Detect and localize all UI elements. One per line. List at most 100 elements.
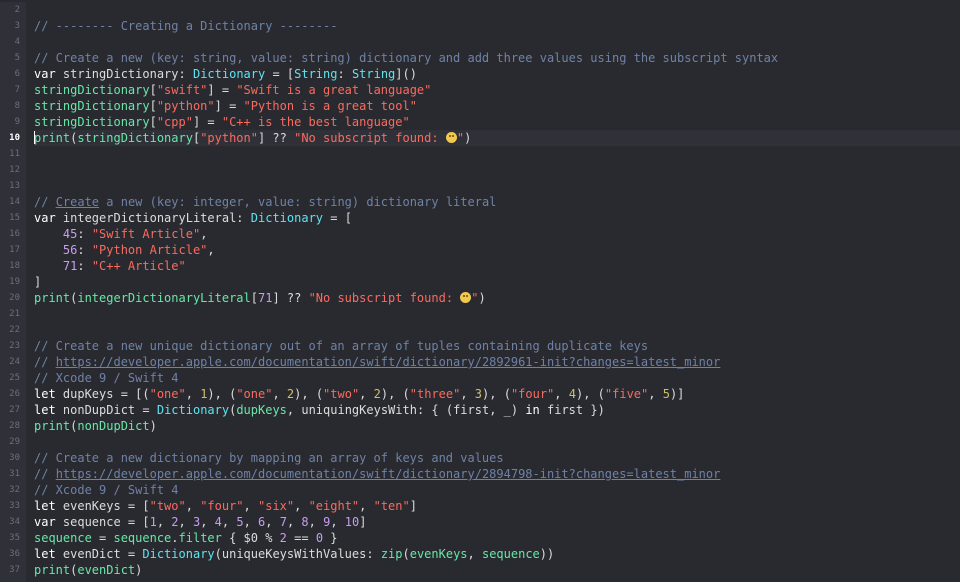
code-token: "Python Article" bbox=[91, 243, 208, 257]
confused-face-emoji-icon bbox=[460, 292, 472, 303]
code-line[interactable]: let nonDupDict = Dictionary(dupKeys, uni… bbox=[34, 402, 960, 418]
code-token: "Swift Article" bbox=[91, 227, 201, 241]
code-token: )) bbox=[539, 547, 555, 561]
code-line[interactable]: // https://developer.apple.com/documenta… bbox=[34, 466, 960, 482]
code-area[interactable]: // -------- Creating a Dictionary ------… bbox=[34, 2, 960, 578]
code-line[interactable]: ] bbox=[34, 274, 960, 290]
code-line[interactable]: // https://developer.apple.com/documenta… bbox=[34, 354, 960, 370]
code-line[interactable]: print(integerDictionaryLiteral[71] ?? "N… bbox=[34, 290, 960, 306]
code-token: print bbox=[34, 563, 71, 577]
code-token: "three" bbox=[409, 387, 461, 401]
code-token: 71 bbox=[257, 291, 273, 305]
code-line[interactable]: 56: "Python Article", bbox=[34, 242, 960, 258]
code-line[interactable]: // Create a new (key: string, value: str… bbox=[34, 50, 960, 66]
code-line[interactable]: let evenDict = Dictionary(uniqueKeysWith… bbox=[34, 546, 960, 562]
code-token: "Python is a great tool" bbox=[243, 99, 417, 113]
line-number: 4 bbox=[14, 37, 20, 47]
line-number-gutter: 2 3 4 5 6 7 8 9 10 11 12 13 14 15 16 17 18 19 20 21 22 23 24 25… bbox=[0, 2, 26, 582]
code-token: , uniquingKeysWith: { (first, _) bbox=[286, 403, 526, 417]
code-token: Dictionary bbox=[192, 67, 266, 81]
line-number: 7 bbox=[14, 85, 20, 95]
code-line[interactable]: // Create a new unique dictionary out of… bbox=[34, 338, 960, 354]
code-token: . bbox=[171, 531, 179, 545]
code-token: Create bbox=[55, 195, 100, 209]
line-number: 36 bbox=[9, 549, 20, 559]
code-line[interactable]: let evenKeys = ["two", "four", "six", "e… bbox=[34, 498, 960, 514]
code-token: " bbox=[471, 291, 479, 305]
code-token: [ bbox=[149, 99, 157, 113]
code-line[interactable]: stringDictionary["python"] = "Python is … bbox=[34, 98, 960, 114]
code-token: 10 bbox=[344, 515, 360, 529]
code-token: // Create a new (key: string, value: str… bbox=[34, 51, 779, 65]
code-token: : bbox=[77, 227, 92, 241]
code-line[interactable] bbox=[34, 434, 960, 450]
code-token: Dictionary bbox=[250, 211, 324, 225]
code-token: var bbox=[34, 67, 56, 81]
code-line[interactable]: sequence = sequence.filter { $0 % 2 == 0… bbox=[34, 530, 960, 546]
code-line[interactable] bbox=[34, 322, 960, 338]
code-line[interactable] bbox=[34, 162, 960, 178]
code-line[interactable]: // Create a new dictionary by mapping an… bbox=[34, 450, 960, 466]
code-token: ) bbox=[149, 419, 157, 433]
code-token: == bbox=[286, 531, 316, 545]
code-line[interactable]: var stringDictionary: Dictionary = [Stri… bbox=[34, 66, 960, 82]
code-token: stringDictionary bbox=[77, 131, 193, 145]
code-token: zip bbox=[380, 547, 403, 561]
code-token: Dictionary bbox=[156, 403, 230, 417]
code-token: ), ( bbox=[380, 387, 410, 401]
code-line[interactable]: print(stringDictionary["python"] ?? "No … bbox=[34, 130, 960, 146]
code-token: : bbox=[337, 67, 352, 81]
code-token: 56 bbox=[62, 243, 78, 257]
code-line[interactable] bbox=[34, 178, 960, 194]
line-number: 34 bbox=[9, 517, 20, 527]
line-number: 18 bbox=[9, 261, 20, 271]
code-token: sequence bbox=[113, 531, 172, 545]
code-line[interactable] bbox=[34, 306, 960, 322]
code-token: "four" bbox=[200, 499, 244, 513]
code-line[interactable] bbox=[34, 34, 960, 50]
code-token: // -------- Creating a Dictionary ------… bbox=[34, 19, 338, 33]
code-line[interactable]: print(nonDupDict) bbox=[34, 418, 960, 434]
code-token: 2 bbox=[373, 387, 381, 401]
code-token: "C++ is the best language" bbox=[221, 115, 410, 129]
code-line[interactable] bbox=[34, 146, 960, 162]
code-token: 5 bbox=[662, 387, 670, 401]
code-token: dupKeys bbox=[236, 403, 287, 417]
code-token: let bbox=[34, 499, 56, 513]
code-token: "two" bbox=[149, 499, 186, 513]
code-line[interactable]: var integerDictionaryLiteral: Dictionary… bbox=[34, 210, 960, 226]
code-token: : bbox=[77, 243, 92, 257]
code-line[interactable]: // Xcode 9 / Swift 4 bbox=[34, 482, 960, 498]
code-line[interactable]: 45: "Swift Article", bbox=[34, 226, 960, 242]
code-line[interactable]: 71: "C++ Article" bbox=[34, 258, 960, 274]
code-token: "No subscript found: bbox=[294, 131, 446, 145]
line-number: 17 bbox=[9, 245, 20, 255]
code-line[interactable]: // Xcode 9 / Swift 4 bbox=[34, 370, 960, 386]
code-token: , bbox=[294, 499, 309, 513]
code-token: stringDictionary bbox=[34, 83, 150, 97]
code-line[interactable]: print(evenDict) bbox=[34, 562, 960, 578]
code-token: "ten" bbox=[373, 499, 410, 513]
code-token: integerDictionaryLiteral bbox=[77, 291, 251, 305]
code-line[interactable]: stringDictionary["cpp"] = "C++ is the be… bbox=[34, 114, 960, 130]
code-token: , bbox=[265, 515, 280, 529]
code-editor[interactable]: 2 3 4 5 6 7 8 9 10 11 12 13 14 15 16 17 18 19 20 21 22 23 24 25… bbox=[0, 0, 960, 582]
code-token: , bbox=[308, 515, 324, 529]
code-line[interactable]: stringDictionary["swift"] = "Swift is a … bbox=[34, 82, 960, 98]
code-token: 8 bbox=[301, 515, 309, 529]
code-token: , bbox=[200, 515, 215, 529]
line-number: 19 bbox=[9, 277, 20, 287]
code-token: sequence bbox=[34, 531, 92, 545]
code-line[interactable]: var sequence = [1, 2, 3, 4, 5, 6, 7, 8, … bbox=[34, 514, 960, 530]
code-line[interactable]: let dupKeys = [("one", 1), ("one", 2), (… bbox=[34, 386, 960, 402]
code-line[interactable] bbox=[34, 2, 960, 18]
code-token: let bbox=[34, 387, 56, 401]
code-line[interactable]: // Create a new (key: integer, value: st… bbox=[34, 194, 960, 210]
code-token: let bbox=[34, 403, 56, 417]
code-token: Dictionary bbox=[142, 547, 215, 561]
code-token: , bbox=[272, 387, 287, 401]
code-line[interactable]: // -------- Creating a Dictionary ------… bbox=[34, 18, 960, 34]
code-token: , bbox=[359, 499, 374, 513]
